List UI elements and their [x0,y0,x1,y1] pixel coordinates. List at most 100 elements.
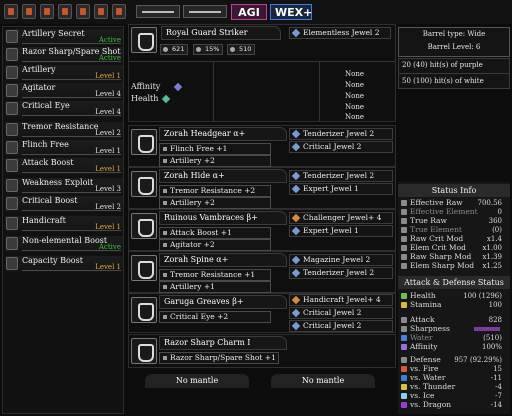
effective-raw-icon [401,200,407,206]
skill-icon [6,197,18,210]
agi-tag[interactable]: AGI [231,4,267,20]
skill-bar [22,43,121,44]
weapon-slot-icon[interactable] [183,5,227,18]
skill-item[interactable]: Agitator Level 4 [5,83,123,99]
stamina-icon [401,302,407,308]
charm-icon[interactable] [131,338,157,364]
health-gem-icon [161,94,171,104]
armor-jewel[interactable]: Challenger Jewel+ 4 [289,212,393,224]
greaves-icon[interactable] [131,297,157,323]
weapon-slot-icon[interactable] [136,5,180,18]
armor-name[interactable]: Zorah Hide α+ [159,169,287,183]
armor-legs: Garuga Greaves β+ Critical Eye +2 Handic… [128,293,396,333]
armor-skill: Critical Eye +2 [159,311,271,323]
skill-icon [6,66,18,79]
raw-crit-icon [401,236,407,242]
weapon-jewel[interactable]: Elementless Jewel 2 [289,27,391,39]
skill-bar [22,270,121,271]
attack-icon [401,317,407,323]
armor-arms: Ruinous Vambraces β+ Attack Boost +1 Agi… [128,209,396,251]
defense-icon [401,357,407,363]
filter-icon[interactable] [112,4,126,19]
defense-chip: 510 [227,44,256,55]
filter-icon[interactable] [94,4,108,19]
health-icon [401,293,407,299]
armor-skill: Artillery +2 [159,155,271,167]
skill-bar [22,210,121,211]
armor-jewel[interactable]: Handicraft Jewel+ 4 [289,294,393,306]
skill-item[interactable]: Critical Eye Level 4 [5,101,123,117]
charm-skill: Razor Sharp/Spare Shot +1 [159,352,279,364]
skill-item[interactable]: Capacity Boost Level 1 [5,256,123,272]
none-label: None [345,81,364,89]
armor-jewel[interactable]: Expert Jewel 1 [289,225,393,237]
skill-icon [6,84,18,97]
skill-name: Non-elemental Boost [22,236,108,245]
skill-item[interactable]: Critical Boost Level 2 [5,196,123,212]
armor-name[interactable]: Zorah Spine α+ [159,253,287,267]
none-label: None [345,92,364,100]
charm-name[interactable]: Razor Sharp Charm I [159,336,287,350]
attack-chip: 621 [160,44,189,55]
skill-item[interactable]: Tremor Resistance Level 2 [5,122,123,138]
armor-jewel[interactable]: Tenderizer Jewel 2 [289,128,393,140]
skill-item[interactable]: Handicraft Level 1 [5,216,123,232]
water-icon [401,375,407,381]
lance-icon[interactable] [131,27,157,53]
armor-jewel[interactable]: Critical Jewel 2 [289,307,393,319]
weapon-type-icon[interactable] [4,4,18,19]
skill-name: Attack Boost [22,158,74,167]
stat-value: x1.25 [482,262,502,270]
ice-icon [401,393,407,399]
affinity-icon [401,344,407,350]
wex-tag[interactable]: WEX+ [270,4,312,20]
armor-name[interactable]: Ruinous Vambraces β+ [159,211,287,225]
stat-label: Elem Sharp Mod [410,261,475,270]
skill-name: Artillery [22,65,56,74]
armor-skill: Artillery +1 [159,281,271,293]
skill-icon [6,48,18,61]
armor-jewel[interactable]: Expert Jewel 1 [289,183,393,195]
attack-defense-rows: Health 100 (1296) Stamina 100 Attack 828 Sh… [398,291,510,414]
skill-name: Capacity Boost [22,256,83,265]
gauntlet-icon[interactable] [131,213,157,239]
armor-jewel[interactable]: Magazine Jewel 2 [289,254,393,266]
skill-name: Tremor Resistance [22,122,99,131]
skill-bar [22,230,121,231]
skill-item[interactable]: Attack Boost Level 1 [5,158,123,174]
true-raw-icon [401,218,407,224]
helmet-icon[interactable] [131,129,157,155]
skill-bar [22,154,121,155]
weapon-name[interactable]: Royal Guard Striker [161,26,281,40]
armor-name[interactable]: Zorah Headgear α+ [159,127,287,141]
skill-icon [6,179,18,192]
armor-jewel[interactable]: Critical Jewel 2 [289,141,393,153]
chest-armor-icon[interactable] [131,171,157,197]
skill-item[interactable]: Non-elemental Boost Active [5,236,123,252]
armor-name[interactable]: Garuga Greaves β+ [159,295,287,309]
mantle-slot[interactable]: No mantle [145,374,249,388]
belt-icon[interactable] [131,255,157,281]
skill-item[interactable]: Weakness Exploit Level 3 [5,178,123,194]
skill-name: Critical Boost [22,196,78,205]
skill-bar [22,172,121,173]
skill-bar [22,136,121,137]
mantle-slot[interactable]: No mantle [271,374,375,388]
stat-value: -14 [490,401,502,409]
armor-jewel[interactable]: Tenderizer Jewel 2 [289,170,393,182]
armor-waist: Zorah Spine α+ Tremor Resistance +1 Arti… [128,251,396,293]
skill-item[interactable]: Razor Sharp/Spare Shot Active [5,47,123,63]
divider [213,61,214,121]
filter-icon[interactable] [76,4,90,19]
skill-item[interactable]: Artillery Secret Active [5,29,123,45]
skill-list: Artillery Secret Active Razor Sharp/Spare… [2,26,124,414]
filter-icon[interactable] [58,4,72,19]
skill-item[interactable]: Flinch Free Level 1 [5,140,123,156]
skill-icon [6,159,18,172]
armor-jewel[interactable]: Critical Jewel 2 [289,320,393,332]
filter-icon[interactable] [22,4,36,19]
skill-name: Artillery Secret [22,29,85,38]
armor-jewel[interactable]: Tenderizer Jewel 2 [289,267,393,279]
skill-item[interactable]: Artillery Level 1 [5,65,123,81]
filter-icon[interactable] [40,4,54,19]
